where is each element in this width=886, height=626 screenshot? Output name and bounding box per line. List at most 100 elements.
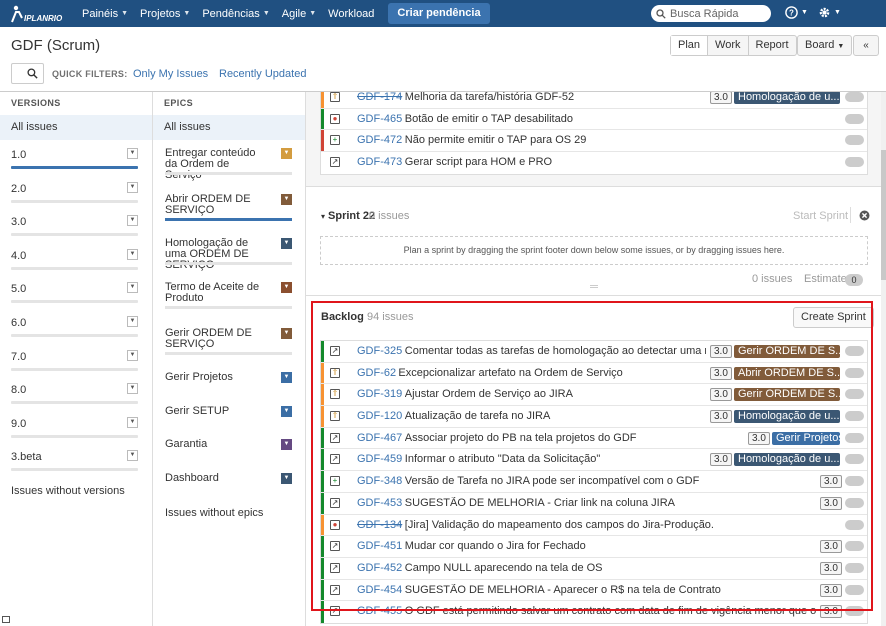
- search-icon: [27, 68, 38, 79]
- chevron-down-icon[interactable]: ▼: [281, 372, 292, 383]
- version-label: 3.beta: [11, 451, 42, 464]
- issue-key-link[interactable]: GDF-174: [357, 92, 402, 103]
- chevron-down-icon[interactable]: ▼: [127, 181, 138, 193]
- issue-key-link[interactable]: GDF-473: [357, 156, 402, 168]
- version-item[interactable]: 3.beta ▼: [11, 450, 138, 481]
- board-menu-button[interactable]: Board ▼: [797, 35, 853, 56]
- create-issue-button[interactable]: Criar pendência: [388, 3, 490, 24]
- issue-row[interactable]: + GDF-472 Não permite emitir o TAP para OS…: [321, 130, 867, 153]
- chevron-down-icon[interactable]: ▼: [127, 248, 138, 260]
- app-logo[interactable]: IPLANRIO: [10, 0, 70, 27]
- chevron-down-icon[interactable]: ▼: [281, 439, 292, 450]
- chevron-down-icon[interactable]: ▼: [127, 349, 138, 361]
- chevron-down-icon: ▼: [121, 10, 129, 17]
- chevron-down-icon[interactable]: ▼: [281, 238, 292, 249]
- nav-agile[interactable]: Agile ▼: [282, 8, 316, 20]
- epic-item[interactable]: Gerir Projetos ▼: [165, 372, 292, 383]
- version-item[interactable]: 7.0 ▼: [11, 349, 138, 381]
- sprint-drop-zone[interactable]: Plan a sprint by dragging the sprint foo…: [320, 236, 868, 265]
- sprint-title[interactable]: ▾ Sprint 22: [321, 210, 375, 222]
- chevron-down-icon[interactable]: ▼: [127, 282, 138, 294]
- epic-item[interactable]: Gerir SETUP ▼: [165, 406, 292, 417]
- collapse-header-button[interactable]: «: [853, 35, 879, 56]
- epic-item[interactable]: Gerir ORDEM DE SERVIÇO ▼: [165, 328, 292, 355]
- version-label: 9.0: [11, 417, 27, 430]
- scrollbar-thumb[interactable]: [881, 150, 886, 280]
- epic-lozenge: Homologação de u...: [734, 92, 840, 104]
- epic-label: Termo de Aceite de Produto: [165, 281, 260, 304]
- epic-item[interactable]: Homologação de uma ORDEM DE SERVIÇO ▼: [165, 238, 292, 271]
- version-label: 4.0: [11, 249, 27, 262]
- epic-item[interactable]: Garantia ▼: [165, 439, 292, 450]
- improvement-type-icon: ⇑: [330, 92, 340, 102]
- nav-projetos-label: Projetos: [140, 7, 181, 20]
- epic-item[interactable]: Entregar conteúdo da Ordem de Serviço ▼: [165, 148, 292, 181]
- issue-key-link[interactable]: GDF-465: [357, 113, 402, 125]
- issues-without-versions[interactable]: Issues without versions: [11, 485, 125, 497]
- sprint-issue-count: 0 issues: [369, 210, 410, 222]
- version-label: 6.0: [11, 317, 27, 329]
- help-menu[interactable]: ? ▼: [785, 6, 808, 19]
- filter-recently-updated[interactable]: Recently Updated: [219, 68, 306, 80]
- version-progress-bar: [11, 233, 138, 237]
- plan-mode-button[interactable]: Plan: [671, 36, 709, 55]
- issue-row[interactable]: ● GDF-465 Botão de emitir o TAP desabilita…: [321, 108, 867, 131]
- sprint-actions-menu[interactable]: [859, 210, 870, 224]
- nav-workload[interactable]: Workload: [328, 8, 374, 20]
- versions-heading: VERSIONS: [11, 98, 61, 108]
- issue-toggle[interactable]: [845, 113, 864, 124]
- report-mode-button[interactable]: Report: [749, 36, 796, 55]
- chevron-down-icon[interactable]: ▼: [281, 148, 292, 159]
- chevron-down-icon[interactable]: ▼: [281, 473, 292, 484]
- chevron-down-icon: ▼: [837, 43, 845, 50]
- search-icon: [656, 8, 666, 19]
- issue-toggle[interactable]: [845, 92, 864, 102]
- filter-only-my-issues[interactable]: Only My Issues: [133, 68, 208, 80]
- version-progress-bar: [11, 468, 138, 472]
- main-scrollbar[interactable]: [881, 92, 886, 626]
- quick-search-input[interactable]: Busca Rápida: [651, 5, 771, 22]
- chevron-down-icon[interactable]: ▼: [127, 148, 138, 159]
- chevron-down-icon[interactable]: ▼: [127, 383, 138, 395]
- settings-menu[interactable]: ▼: [818, 6, 841, 19]
- issue-row[interactable]: ⇑ GDF-174 Melhoria da tarefa/história GDF-…: [321, 92, 867, 109]
- epic-item[interactable]: Termo de Aceite de Produto ▼: [165, 281, 292, 309]
- version-item[interactable]: 6.0 ▼: [11, 316, 138, 347]
- version-item[interactable]: 4.0 ▼: [11, 248, 138, 280]
- version-progress-fill: [11, 166, 138, 169]
- issue-row[interactable]: ↗ GDF-473 Gerar script para HOM e PRO: [321, 152, 867, 174]
- issue-key-link[interactable]: GDF-472: [357, 134, 402, 146]
- nav-projetos[interactable]: Projetos ▼: [140, 8, 190, 20]
- issue-toggle[interactable]: [845, 135, 864, 146]
- versions-all-issues[interactable]: All issues: [0, 115, 152, 140]
- chevron-down-icon[interactable]: ▼: [281, 282, 292, 293]
- nav-pendencias[interactable]: Pendências ▼: [202, 8, 269, 20]
- chevron-down-icon[interactable]: ▼: [127, 450, 138, 462]
- nav-paineis[interactable]: Painéis ▼: [82, 8, 128, 20]
- chevron-down-icon[interactable]: ▼: [127, 316, 138, 327]
- mail-icon[interactable]: [2, 616, 10, 623]
- drag-handle-icon[interactable]: [590, 285, 598, 288]
- chevron-down-icon[interactable]: ▼: [281, 328, 292, 339]
- svg-text:IPLANRIO: IPLANRIO: [24, 14, 63, 23]
- version-item[interactable]: 9.0 ▼: [11, 416, 138, 448]
- version-label: 8.0: [11, 384, 27, 397]
- chevron-down-icon[interactable]: ▼: [281, 194, 292, 205]
- issues-without-epics[interactable]: Issues without epics: [165, 507, 263, 519]
- work-mode-button[interactable]: Work: [708, 36, 749, 55]
- version-item[interactable]: 8.0 ▼: [11, 383, 138, 414]
- chevron-down-icon[interactable]: ▼: [127, 416, 138, 428]
- epics-all-issues[interactable]: All issues: [153, 115, 305, 140]
- version-item[interactable]: 2.0 ▼: [11, 181, 138, 213]
- epic-item[interactable]: Abrir ORDEM DE SERVIÇO ▼: [165, 194, 292, 221]
- nav-workload-label: Workload: [328, 7, 375, 20]
- filter-search-input[interactable]: [11, 63, 44, 84]
- chevron-down-icon[interactable]: ▼: [281, 406, 292, 417]
- chevron-down-icon[interactable]: ▼: [127, 215, 138, 227]
- epic-item[interactable]: Dashboard ▼: [165, 473, 292, 484]
- start-sprint-button[interactable]: Start Sprint: [793, 210, 848, 222]
- version-item[interactable]: 1.0 ▼: [11, 148, 138, 179]
- version-item[interactable]: 5.0 ▼: [11, 282, 138, 313]
- issue-toggle[interactable]: [845, 157, 864, 168]
- version-item[interactable]: 3.0 ▼: [11, 215, 138, 246]
